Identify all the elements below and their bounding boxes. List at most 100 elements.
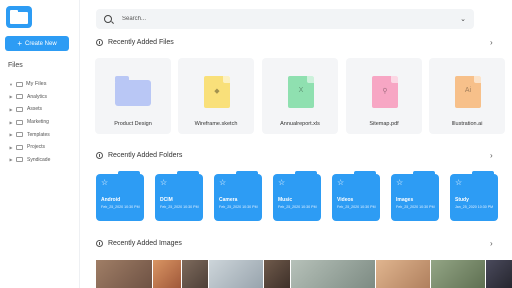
tree-item-analytics[interactable]: ▶ Analytics — [8, 91, 78, 104]
folder-icon — [16, 81, 23, 87]
section-title-label: Recently Added Files — [108, 39, 174, 46]
tree-item-templates[interactable]: ▶ Templates — [8, 128, 78, 141]
file-name: Sitemap.pdf — [369, 121, 399, 127]
create-new-button[interactable]: + Create New — [5, 36, 69, 51]
folder-card-dcim[interactable]: ☆ DCIM Feb_25_2020 10:30 PM — [155, 171, 203, 221]
tree-item-assets[interactable]: ▶ Assets — [8, 103, 78, 116]
file-card-wireframe[interactable]: ◆ Wireframe.sketch — [178, 58, 254, 134]
search-icon — [104, 15, 112, 23]
chevron-down-icon: ▼ — [9, 81, 13, 87]
star-icon[interactable]: ☆ — [396, 178, 403, 187]
tree-item-marketing[interactable]: ▶ Marketing — [8, 116, 78, 129]
star-icon[interactable]: ☆ — [278, 178, 285, 187]
folder-date: Feb_25_2020 10:30 PM — [219, 205, 258, 209]
illustrator-glyph: Ai — [464, 87, 472, 94]
photo-thumbnail[interactable] — [376, 260, 430, 288]
folder-name: Images — [396, 197, 414, 203]
chevron-right-icon: ▶ — [9, 157, 13, 163]
star-icon[interactable]: ☆ — [219, 178, 226, 187]
file-card-sitemap[interactable]: ⚲ Sitemap.pdf — [346, 58, 422, 134]
section-title-images: Recently Added Images — [96, 240, 182, 247]
folder-date: Feb_25_2020 10:30 PM — [160, 205, 199, 209]
star-icon[interactable]: ☆ — [160, 178, 167, 187]
file-name: Annualreport.xls — [280, 121, 320, 127]
file-card-annualreport[interactable]: X Annualreport.xls — [262, 58, 338, 134]
search-bar: ⌄ — [96, 9, 474, 29]
folder-icon — [16, 157, 23, 163]
file-tree: ▼ My Files ▶ Analytics ▶ Assets ▶ Market… — [8, 78, 78, 166]
create-new-label: Create New — [24, 40, 57, 47]
folder-name: Camera — [219, 197, 238, 203]
photo-thumbnail[interactable] — [291, 260, 375, 288]
tree-item-projects[interactable]: ▶ Projects — [8, 141, 78, 154]
folder-date: Jan_25_2020 10:30 PM — [455, 205, 494, 209]
file-name: Product Design — [114, 121, 152, 127]
folder-name: Study — [455, 197, 469, 203]
files-next-arrow-icon[interactable]: › — [490, 38, 493, 47]
sketch-glyph: ◆ — [214, 88, 220, 95]
folder-icon — [16, 119, 23, 125]
folders-next-arrow-icon[interactable]: › — [490, 151, 493, 160]
folder-date: Feb_25_2020 10:30 PM — [337, 205, 376, 209]
tree-item-label: Assets — [27, 106, 43, 113]
tree-item-label: Templates — [27, 131, 50, 138]
star-icon[interactable]: ☆ — [337, 178, 344, 187]
folder-name: Music — [278, 197, 293, 203]
photo-thumbnail[interactable] — [153, 260, 181, 288]
clock-icon — [96, 152, 103, 159]
tree-item-my-files[interactable]: ▼ My Files — [8, 78, 78, 91]
folder-card-music[interactable]: ☆ Music Feb_25_2020 10:30 PM — [273, 171, 321, 221]
tree-item-label: Projects — [27, 144, 46, 151]
images-next-arrow-icon[interactable]: › — [490, 239, 493, 248]
file-card-illustration[interactable]: Ai Illustration.ai — [429, 58, 505, 134]
section-title-label: Recently Added Images — [108, 240, 182, 247]
tree-item-syndicade[interactable]: ▶ Syndicade — [8, 154, 78, 167]
star-icon[interactable]: ☆ — [101, 178, 108, 187]
chevron-right-icon: ▶ — [9, 144, 13, 150]
folder-name: Videos — [337, 197, 354, 203]
pdf-icon: ⚲ — [372, 76, 398, 108]
folder-icon — [115, 76, 151, 106]
folder-date: Feb_25_2020 10:30 PM — [101, 205, 140, 209]
chevron-right-icon: ▶ — [9, 106, 13, 112]
app-logo-folder-icon[interactable] — [6, 6, 32, 28]
photo-thumbnail[interactable] — [431, 260, 485, 288]
tree-item-label: My Files — [26, 81, 47, 88]
chevron-right-icon: ▶ — [9, 132, 13, 138]
photo-thumbnail[interactable] — [486, 260, 512, 288]
files-heading: Files — [8, 62, 23, 69]
file-card-product-design[interactable]: Product Design — [95, 58, 171, 134]
folder-icon — [16, 132, 23, 138]
section-title-files: Recently Added Files — [96, 39, 174, 46]
folder-card-videos[interactable]: ☆ Videos Feb_25_2020 10:30 PM — [332, 171, 380, 221]
chevron-down-icon[interactable]: ⌄ — [460, 15, 466, 23]
chevron-right-icon: ▶ — [9, 119, 13, 125]
folder-card-study[interactable]: ☆ Study Jan_25_2020 10:30 PM — [450, 171, 498, 221]
chevron-right-icon: ▶ — [9, 94, 13, 100]
plus-icon: + — [17, 38, 22, 48]
sidebar: + Create New Files ▼ My Files ▶ Analytic… — [0, 0, 80, 288]
file-name: Illustration.ai — [451, 121, 483, 127]
photo-thumbnail[interactable] — [182, 260, 208, 288]
illustrator-icon: Ai — [455, 76, 481, 108]
folder-icon — [16, 106, 23, 112]
folder-name: DCIM — [160, 197, 173, 203]
clock-icon — [96, 240, 103, 247]
folder-date: Feb_25_2020 10:30 PM — [396, 205, 435, 209]
file-name: Wireframe.sketch — [194, 121, 238, 127]
folder-icon — [16, 94, 23, 100]
photo-thumbnail[interactable] — [209, 260, 263, 288]
excel-glyph: X — [298, 87, 304, 94]
photo-thumbnail[interactable] — [96, 260, 152, 288]
sketch-icon: ◆ — [204, 76, 230, 108]
tree-item-label: Analytics — [27, 93, 48, 100]
photo-thumbnail[interactable] — [264, 260, 290, 288]
folder-card-android[interactable]: ☆ Android Feb_25_2020 10:30 PM — [96, 171, 144, 221]
folder-card-images[interactable]: ☆ Images Feb_25_2020 10:30 PM — [391, 171, 439, 221]
folder-date: Feb_25_2020 10:30 PM — [278, 205, 317, 209]
excel-icon: X — [288, 76, 314, 108]
star-icon[interactable]: ☆ — [455, 178, 462, 187]
folder-icon — [16, 144, 23, 150]
search-input[interactable] — [122, 16, 442, 22]
folder-card-camera[interactable]: ☆ Camera Feb_25_2020 10:30 PM — [214, 171, 262, 221]
